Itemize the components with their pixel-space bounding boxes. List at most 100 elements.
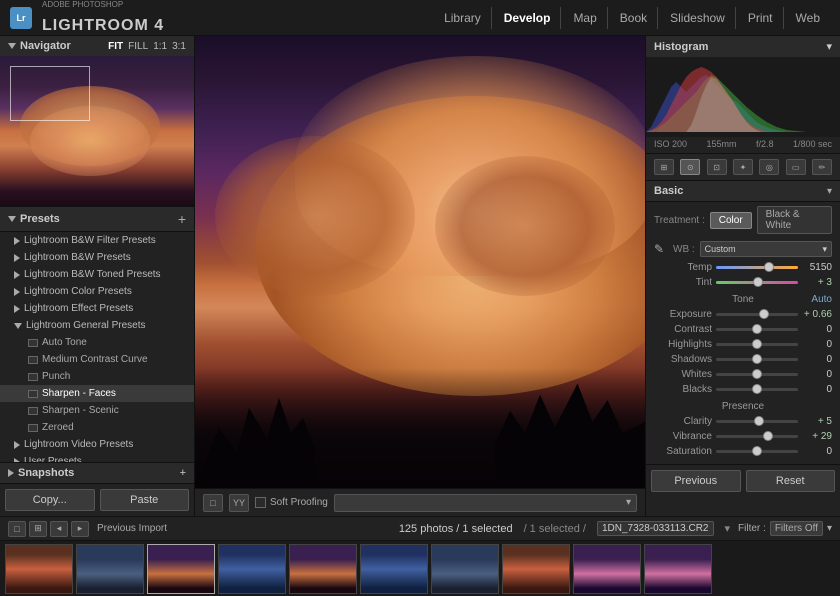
preset-group-video[interactable]: Lightroom Video Presets [0,436,194,453]
nav-map[interactable]: Map [563,7,607,29]
nav-print[interactable]: Print [738,7,784,29]
treatment-bw-btn[interactable]: Black & White [757,206,832,234]
preset-zeroed[interactable]: Zeroed [0,419,194,436]
view-square-btn[interactable]: □ [203,494,223,512]
thumb-9[interactable] [573,544,641,594]
whites-slider-row: Whites 0 [646,367,840,382]
presets-header[interactable]: Presets + [0,207,194,232]
zoom-ratio-btn[interactable]: 3:1 [172,41,186,52]
shadows-slider[interactable] [716,358,798,361]
filmstrip-nav-left[interactable]: ◂ [50,521,68,537]
temp-slider[interactable] [716,266,798,269]
tool-circle[interactable]: ⊙ [680,159,700,175]
tint-thumb[interactable] [753,277,763,287]
histogram-svg [646,57,840,132]
preset-medium-contrast[interactable]: Medium Contrast Curve [0,351,194,368]
tone-auto-btn[interactable]: Auto [811,294,832,305]
thumb-1[interactable] [5,544,73,594]
preset-group-effect[interactable]: Lightroom Effect Presets [0,300,194,317]
basic-header[interactable]: Basic ▾ [646,181,840,202]
view-single-btn[interactable]: □ [8,521,26,537]
copy-button[interactable]: Copy... [5,489,95,511]
presets-title: Presets [20,213,60,225]
nav-library[interactable]: Library [434,7,492,29]
thumb-6[interactable] [360,544,428,594]
clarity-thumb[interactable] [754,416,764,426]
blacks-slider[interactable] [716,388,798,391]
whites-slider[interactable] [716,373,798,376]
preset-sharpen-faces[interactable]: Sharpen - Faces [0,385,194,402]
nav-slideshow[interactable]: Slideshow [660,7,736,29]
blacks-thumb[interactable] [752,384,762,394]
toolbar-dropdown[interactable]: ▾ [334,494,637,512]
saturation-slider[interactable] [716,450,798,453]
preset-group-bw-filter[interactable]: Lightroom B&W Filter Presets [0,232,194,249]
treatment-color-btn[interactable]: Color [710,212,752,229]
exposure-slider[interactable] [716,313,798,316]
view-grid-btn[interactable]: ⊞ [29,521,47,537]
exposure-slider-row: Exposure + 0.66 [646,307,840,322]
center-area: □ YY Soft Proofing ▾ [195,36,645,516]
thumb-5[interactable] [289,544,357,594]
wb-eyedropper-tool[interactable]: ✎ [654,242,668,256]
snapshots-add-btn[interactable]: + [180,467,186,479]
preset-punch[interactable]: Punch [0,368,194,385]
zoom-1to1-btn[interactable]: 1:1 [153,41,167,52]
preset-group-user[interactable]: User Presets [0,453,194,462]
expand-icon [14,441,20,449]
exposure-thumb[interactable] [759,309,769,319]
reset-button[interactable]: Reset [746,470,836,492]
wb-dropdown[interactable]: Custom ▾ [700,241,832,257]
shadows-thumb[interactable] [752,354,762,364]
highlights-slider-row: Highlights 0 [646,337,840,352]
tool-brush[interactable]: ✏ [812,159,832,175]
contrast-slider[interactable] [716,328,798,331]
nav-book[interactable]: Book [610,7,658,29]
thumb-10[interactable] [644,544,712,594]
filmstrip-filter-dropdown[interactable]: Filters Off [770,521,823,536]
temp-thumb[interactable] [764,262,774,272]
view-compare-btn[interactable]: YY [229,494,249,512]
tool-crop[interactable]: ⊡ [707,159,727,175]
vibrance-thumb[interactable] [763,431,773,441]
whites-thumb[interactable] [752,369,762,379]
expand-icon [14,254,20,262]
preset-group-color[interactable]: Lightroom Color Presets [0,283,194,300]
histogram-header[interactable]: Histogram ▾ [646,36,840,57]
nav-develop[interactable]: Develop [494,7,562,29]
tool-heal[interactable]: ✦ [733,159,753,175]
preset-auto-tone[interactable]: Auto Tone [0,334,194,351]
thumb-7[interactable] [431,544,499,594]
highlights-thumb[interactable] [752,339,762,349]
vibrance-value: + 29 [802,431,832,442]
clarity-slider[interactable] [716,420,798,423]
navigator-header[interactable]: Navigator FIT FILL 1:1 3:1 [0,36,194,56]
vibrance-slider[interactable] [716,435,798,438]
zoom-fill-btn[interactable]: FILL [128,41,148,52]
preset-group-bw[interactable]: Lightroom B&W Presets [0,249,194,266]
tool-grid[interactable]: ⊞ [654,159,674,175]
preset-group-general[interactable]: Lightroom General Presets [0,317,194,334]
thumb-3[interactable] [147,544,215,594]
filmstrip-nav-right[interactable]: ▸ [71,521,89,537]
thumb-2[interactable] [76,544,144,594]
nav-web[interactable]: Web [786,7,830,29]
snapshots-header[interactable]: Snapshots + [0,463,194,483]
preset-group-bw-toned[interactable]: Lightroom B&W Toned Presets [0,266,194,283]
tool-redeye[interactable]: ◎ [759,159,779,175]
paste-button[interactable]: Paste [100,489,190,511]
previous-button[interactable]: Previous [651,470,741,492]
hist-iso: ISO 200 [654,139,687,149]
contrast-thumb[interactable] [752,324,762,334]
filmstrip-bar: □ ⊞ ◂ ▸ Previous Import 125 photos / 1 s… [0,516,840,596]
saturation-thumb[interactable] [752,446,762,456]
thumb-4[interactable] [218,544,286,594]
preset-sharpen-scenic[interactable]: Sharpen - Scenic [0,402,194,419]
tint-slider[interactable] [716,281,798,284]
presets-add-btn[interactable]: + [178,211,186,227]
thumb-8[interactable] [502,544,570,594]
highlights-slider[interactable] [716,343,798,346]
tool-gradient[interactable]: ▭ [786,159,806,175]
soft-proofing-checkbox[interactable] [255,497,266,508]
zoom-fit-btn[interactable]: FIT [108,41,123,52]
